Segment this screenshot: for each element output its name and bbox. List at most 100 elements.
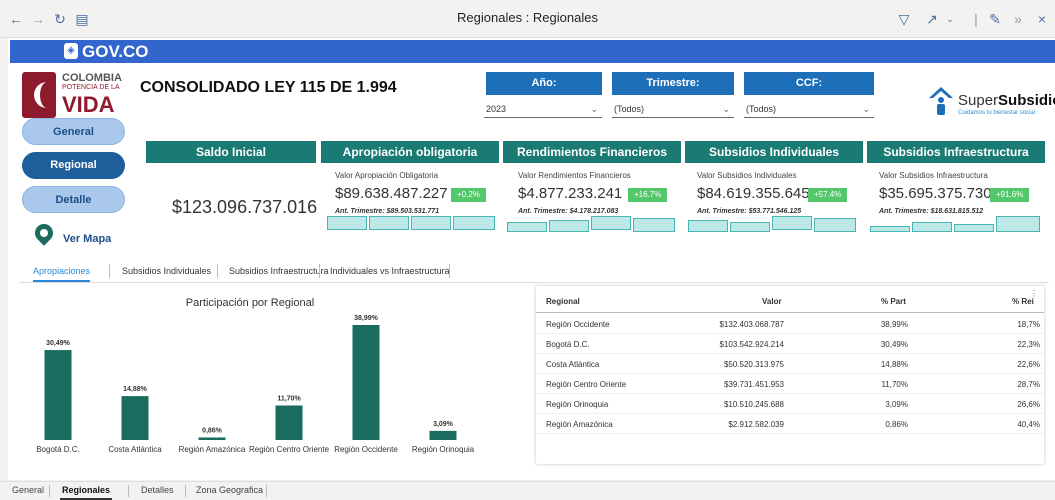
bar-data-label: 0,86%: [202, 427, 223, 434]
bar-data-label: 3,09%: [433, 421, 454, 428]
tab-individuales-vs-infraestructura[interactable]: Individuales vs Infraestructura: [330, 266, 450, 276]
spark-bar: [507, 222, 547, 232]
tab-apropiaciones[interactable]: Apropiaciones: [33, 266, 91, 282]
kpi-rendimientos-value: $4.877.233.241: [518, 185, 623, 202]
table-header-regional[interactable]: Regional: [546, 297, 580, 306]
table-row[interactable]: Bogotá D.C. $103.542.924.214 30,49% 22,3%: [536, 334, 1044, 354]
tab-divider: [449, 264, 450, 278]
gov-label[interactable]: GOV.CO: [82, 42, 148, 62]
table-cell: $10.510.245.688: [723, 400, 784, 409]
page-tab-divider: [49, 485, 50, 497]
kpi-apropiacion-label: Valor Apropiación Obligatoria: [335, 171, 439, 180]
table-row[interactable]: Región Centro Oriente $39.731.451.953 11,7…: [536, 374, 1044, 394]
expand-icon[interactable]: »: [1008, 9, 1028, 29]
table-cell: $2.912.582.039: [728, 420, 784, 429]
regional-table: Regional Valor % Part % Rei ⋮ Región Occ…: [536, 286, 1044, 464]
table-header-rei[interactable]: % Rei: [1012, 297, 1034, 306]
table-cell: $132.403.068.787: [719, 320, 784, 329]
page-tab-regionales[interactable]: Regionales: [59, 485, 113, 500]
kpi-subsidios-infraestructura-prev: Ant. Trimestre: $18.631.815.512: [879, 208, 984, 215]
table-row[interactable]: Región Orinoquia $10.510.245.688 3,09% 26,6…: [536, 394, 1044, 414]
nav-regional-button[interactable]: Regional: [22, 152, 125, 179]
kpi-rendimientos-badge: +16.7%: [628, 188, 668, 202]
ccf-filter-value: (Todos): [746, 104, 777, 114]
table-cell: Región Orinoquia: [546, 400, 609, 409]
spark-bar: [327, 216, 367, 230]
page-title: CONSOLIDADO LEY 115 DE 1.994: [140, 79, 397, 96]
kpi-apropiacion-title: Apropiación obligatoria: [321, 141, 499, 163]
kpi-saldo-inicial-title: Saldo Inicial: [146, 141, 316, 163]
page-tab-zona-geografica[interactable]: Zona Geografica: [196, 485, 263, 495]
table-cell: Región Centro Oriente: [546, 380, 627, 389]
table-cell: Región Occidente: [546, 320, 610, 329]
spark-bar: [633, 218, 675, 232]
bar[interactable]: [275, 405, 303, 440]
year-filter-value: 2023: [486, 104, 507, 114]
content-tabs: Apropiaciones Subsidios Individuales Sub…: [19, 261, 1049, 283]
table-cell: 3,09%: [885, 400, 908, 409]
bar[interactable]: [429, 430, 457, 440]
supersubsidio-logo: SuperSubsidio Cuidamos tu bienestar soci…: [928, 86, 1055, 122]
close-icon[interactable]: ×: [1032, 9, 1052, 29]
bar-chart: 30,49% Bogotá D.C. 14,88% Costa Atlántica 0,…: [36, 315, 474, 454]
x-tick-label: Región Amazónica: [179, 445, 246, 454]
supersubsidio-tagline: Cuidamos tu bienestar social: [958, 110, 1036, 116]
table-cell: 30,49%: [880, 340, 908, 349]
kpi-subsidios-individuales-title: Subsidios Individuales: [685, 141, 863, 163]
table-header-valor[interactable]: Valor: [762, 297, 782, 306]
table-cell: 0,86%: [885, 420, 908, 429]
page-tab-detalles[interactable]: Detalles: [141, 485, 174, 495]
kpi-subsidios-infraestructura-label: Valor Subsidios Infraestructura: [879, 171, 988, 180]
bar-data-label: 38,99%: [354, 315, 379, 322]
more-options-icon[interactable]: ⋮: [1030, 289, 1038, 298]
kpi-subsidios-infraestructura-title: Subsidios Infraestructura: [867, 141, 1045, 163]
spark-bar: [453, 216, 495, 230]
bar[interactable]: [121, 396, 149, 440]
quarter-filter-select[interactable]: (Todos) ⌄: [612, 100, 734, 118]
table-cell: 28,7%: [1017, 380, 1040, 389]
kpi-rendimientos-label: Valor Rendimientos Financieros: [518, 171, 631, 180]
ver-mapa-button[interactable]: Ver Mapa: [31, 220, 125, 246]
quarter-filter-label: Trimestre:: [612, 72, 734, 95]
filter-icon[interactable]: ▽: [894, 9, 914, 29]
chevron-down-icon: ⌄: [722, 104, 730, 114]
bar[interactable]: [198, 437, 226, 440]
spark-bar: [369, 216, 409, 230]
tab-divider: [319, 264, 320, 278]
page-tab-general[interactable]: General: [12, 485, 44, 495]
spark-bar: [591, 216, 631, 230]
edit-icon[interactable]: ✎: [985, 9, 1005, 29]
logo-line3: VIDA: [62, 92, 115, 117]
table-row[interactable]: Costa Atlántica $50.520.313.975 14,88% 22,6…: [536, 354, 1044, 374]
table-cell: $50.520.313.975: [723, 360, 784, 369]
nav-detalle-button[interactable]: Detalle: [22, 186, 125, 213]
bar[interactable]: [44, 350, 72, 440]
spark-bar: [730, 222, 770, 232]
table-cell: Costa Atlántica: [546, 360, 600, 369]
quarter-filter-value: (Todos): [614, 104, 645, 114]
tab-divider: [217, 264, 218, 278]
chevron-down-icon: ⌄: [590, 104, 598, 114]
share-chevron-icon[interactable]: ⌄: [940, 9, 960, 29]
tab-subsidios-individuales[interactable]: Subsidios Individuales: [122, 266, 211, 276]
kpi-subsidios-individuales-label: Valor Subsidios Individuales: [697, 171, 797, 180]
colombia-logo: COLOMBIA POTENCIA DE LA VIDA: [22, 72, 122, 120]
kpi-subsidios-individuales-prev: Ant. Trimestre: $53.771.546.125: [697, 208, 802, 215]
share-icon[interactable]: ↗: [922, 9, 942, 29]
table-cell: 40,4%: [1017, 420, 1040, 429]
page-tabs: General Regionales Detalles Zona Geograf…: [0, 481, 1055, 500]
tab-subsidios-infraestructura[interactable]: Subsidios Infraestructura: [229, 266, 329, 276]
table-row[interactable]: Región Occidente $132.403.068.787 38,99% 18…: [536, 314, 1044, 334]
table-cell: 26,6%: [1017, 400, 1040, 409]
tab-divider: [109, 264, 110, 278]
nav-general-button[interactable]: General: [22, 118, 125, 145]
table-header-part[interactable]: % Part: [881, 297, 906, 306]
table-row[interactable]: Región Amazónica $2.912.582.039 0,86% 40,4%: [536, 414, 1044, 434]
ccf-filter-select[interactable]: (Todos) ⌄: [744, 100, 874, 118]
year-filter-select[interactable]: 2023 ⌄: [484, 100, 602, 118]
table-cell: 11,70%: [881, 380, 908, 389]
bar[interactable]: [352, 324, 380, 440]
page-tab-divider: [185, 485, 186, 497]
kpi-subsidios-individuales-badge: +57.4%: [808, 188, 848, 202]
spark-bar: [772, 216, 812, 230]
